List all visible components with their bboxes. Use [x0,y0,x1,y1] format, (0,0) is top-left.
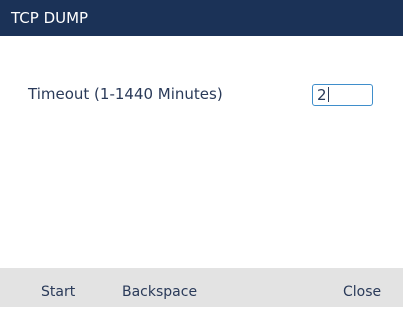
content-area: Timeout (1-1440 Minutes) 2 [0,36,403,268]
timeout-label: Timeout (1-1440 Minutes) [28,85,223,103]
timeout-input[interactable]: 2 [312,84,373,106]
screen-title: TCP DUMP [0,0,403,36]
backspace-button[interactable]: Backspace [122,268,197,307]
timeout-value: 2 [317,86,327,104]
softkey-bar: Start Backspace Close [0,268,403,307]
text-cursor [327,87,329,102]
start-button[interactable]: Start [41,268,75,307]
close-button[interactable]: Close [343,268,381,307]
tcp-dump-screen: TCP DUMP Timeout (1-1440 Minutes) 2 Star… [0,0,403,307]
